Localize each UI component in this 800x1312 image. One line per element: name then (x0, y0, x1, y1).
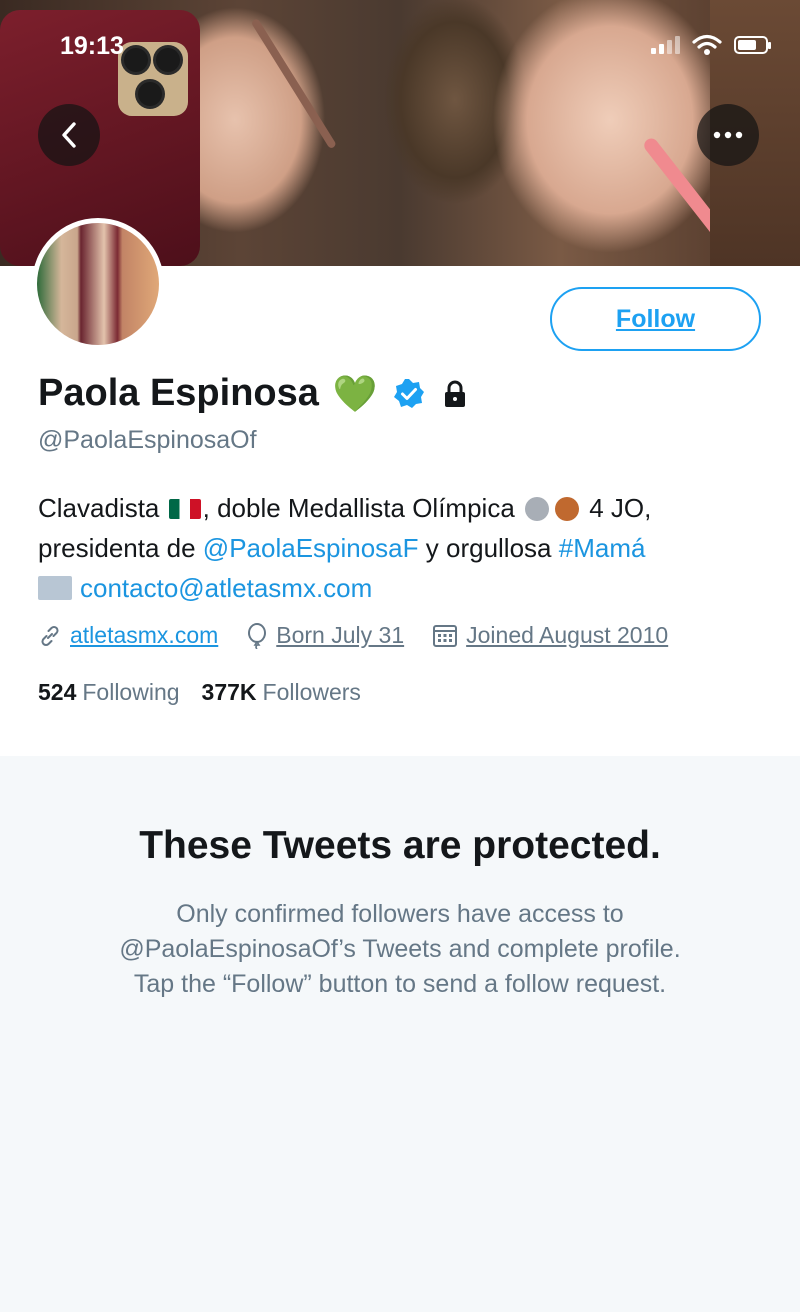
link-icon (41, 625, 59, 646)
protected-message: Only confirmed followers have access to … (40, 897, 760, 1002)
website-item[interactable]: atletasmx.com (38, 622, 218, 649)
followers-label: Followers (262, 679, 361, 705)
avatar[interactable] (32, 218, 164, 350)
follow-button[interactable]: Follow (550, 287, 761, 351)
wifi-icon (692, 34, 722, 55)
bio-text: 4 JO, (589, 493, 652, 523)
protected-line: @PaolaEspinosaOf’s Tweets and complete p… (119, 935, 681, 963)
display-name: Paola Espinosa (38, 372, 319, 414)
more-options-button[interactable] (697, 104, 759, 166)
status-icons (651, 34, 771, 56)
verified-badge-icon (393, 378, 424, 408)
status-time: 19:13 (60, 32, 124, 60)
name-row: Paola Espinosa 💚 (38, 372, 470, 415)
profile-card: Follow Paola Espinosa 💚 @PaolaEspinosaOf… (0, 218, 800, 756)
battery-icon (734, 36, 771, 54)
bio-text: y orgullosa (425, 533, 552, 563)
green-heart-emoji: 💚 (332, 372, 378, 414)
handle: @PaolaEspinosaOf (38, 426, 257, 454)
birthday-balloon-icon (248, 622, 267, 649)
banner-brush-shape (250, 17, 337, 150)
following-label: Following (82, 679, 180, 705)
silver-medal-emoji (525, 497, 550, 521)
protected-title: These Tweets are protected. (139, 824, 661, 867)
following-stat[interactable]: 524 Following (38, 679, 180, 706)
birthday-item: Born July 31 (246, 622, 404, 649)
banner-camera-shape (118, 42, 188, 116)
bronze-medal-emoji (555, 497, 580, 521)
bio-text: , doble Medallista Olímpica (202, 493, 515, 523)
avatar-image (37, 223, 159, 345)
profile-meta: atletasmx.com Born July 31 Joined August… (38, 622, 668, 649)
more-icon (713, 131, 743, 139)
bio-text: Clavadista (38, 493, 160, 523)
website-link[interactable]: atletasmx.com (70, 622, 218, 649)
joined-item: Joined August 2010 (432, 622, 668, 649)
protected-line: Tap the “Follow” button to send a follow… (133, 970, 667, 998)
protected-line: Only confirmed followers have access to (176, 900, 624, 928)
bio-mention-link[interactable]: @PaolaEspinosaF (203, 533, 419, 563)
birthday-text: Born July 31 (276, 622, 405, 648)
back-button[interactable] (38, 104, 100, 166)
followers-stat[interactable]: 377K Followers (202, 679, 361, 706)
bio: Clavadista , doble Medallista Olímpica 4… (38, 488, 768, 608)
lock-icon (444, 380, 465, 407)
following-count: 524 (38, 679, 77, 705)
bio-email-link[interactable]: contacto@atletasmx.com (80, 573, 372, 603)
bio-hashtag-link[interactable]: #Mamá (559, 533, 646, 563)
follow-stats: 524 Following 377K Followers (38, 679, 361, 706)
back-arrow-icon (62, 122, 76, 148)
bio-text: presidenta de (38, 533, 196, 563)
followers-count: 377K (201, 679, 257, 705)
signal-icon (651, 36, 680, 54)
envelope-icon (38, 576, 72, 600)
calendar-icon (433, 624, 458, 647)
mexico-flag-emoji (168, 499, 201, 519)
joined-text: Joined August 2010 (466, 622, 669, 648)
